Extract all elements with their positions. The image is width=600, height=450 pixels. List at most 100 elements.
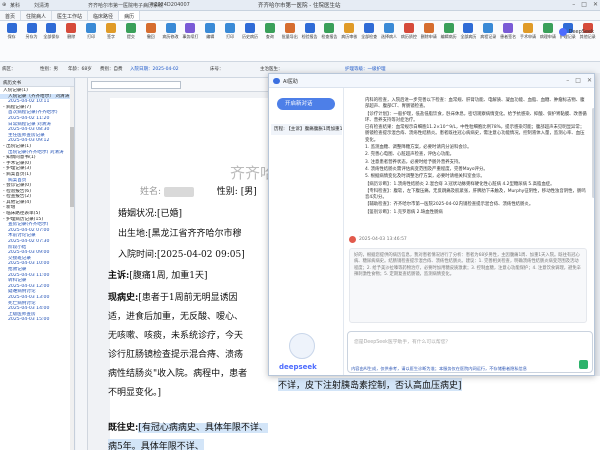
admit-label: 入院时间:	[118, 250, 158, 260]
tab-home[interactable]: 首页	[0, 11, 22, 20]
tab-clinical-path[interactable]: 临床路径	[88, 11, 120, 20]
toolbar-button[interactable]: 签字	[101, 23, 120, 39]
toolbar-button[interactable]: 另存为	[22, 23, 41, 39]
tab-inpatients[interactable]: 住院病人	[21, 11, 53, 20]
editor-toolbar	[88, 78, 278, 92]
toolbar-icon	[344, 23, 355, 33]
ai-answer-box: 好的，根据您提供的病历信息，我对患者情况进行了分析：患者为68岁男性，主因腹痛1…	[349, 248, 587, 323]
user-avatar-icon	[349, 236, 356, 243]
past-line[interactable]: [有冠心病病史、具体年限不详、	[138, 423, 268, 433]
info-bed: 床号：	[210, 67, 224, 72]
hpi-line[interactable]: 病性结肠炎"收入院。病程中，患者	[108, 366, 247, 379]
response-paragraph: 内科的检查，入院后进一步完善以下检查：血常规、肝肾功能、电解质、凝血功能、血脂、…	[365, 98, 585, 110]
hpi-label: 现病史:	[108, 293, 139, 303]
admit-row: 入院时间:[2025-04-02 09:05]	[118, 247, 245, 260]
past-label: 既往史:	[108, 423, 139, 433]
toolbar-button[interactable]: 患者签名	[498, 23, 517, 39]
toolbar-button[interactable]: 打印	[220, 23, 239, 39]
toolbar-button[interactable]: 编辑病历	[439, 23, 458, 39]
close-icon[interactable]: ✕	[593, 1, 598, 8]
chief-value[interactable]: [腹痛1周, 加重1天]	[129, 271, 207, 281]
toolbar-button[interactable]: 撤回	[141, 23, 160, 39]
toolbar-button[interactable]: 删除申请	[419, 23, 438, 39]
toolbar-button[interactable]: 历史病历	[240, 23, 259, 39]
deepseek-launcher[interactable]: DeepSeek	[558, 28, 594, 36]
marital-label: 婚姻状况:	[118, 209, 158, 219]
toolbar-button[interactable]: 批量导出	[280, 23, 299, 39]
dialog-minimize-icon[interactable]: –	[566, 77, 569, 84]
toolbar-button[interactable]: 病历质控	[399, 23, 418, 39]
toolbar-icon	[384, 23, 394, 33]
toolbar-button-label: 批量导出	[281, 34, 298, 39]
toolbar-button-label: 手术申请	[520, 34, 537, 39]
hpi-line[interactable]: 无咳嗽、咳痰，未系统诊疗，今天	[108, 328, 243, 341]
hpi-line[interactable]: 诊行肛肠镜检查提示混合痔、溃疡	[108, 347, 243, 360]
tree-item[interactable]: 2025-04-03 15:00	[0, 317, 74, 323]
toolbar-icon	[46, 23, 57, 33]
toolbar-button[interactable]: 病历修改	[161, 23, 180, 39]
hpi-line[interactable]: [患者于1周前无明显诱因	[138, 293, 237, 303]
marital-row: 婚姻状况:[已婚]	[118, 206, 182, 219]
gender-value[interactable]: [男]	[241, 187, 257, 197]
minimize-icon[interactable]: –	[572, 1, 575, 8]
tab-medical-record[interactable]: 病历	[119, 11, 141, 20]
chat-main: 内科的检查，入院后进一步完善以下检查：血常规、肝肾功能、电解质、凝血功能、血脂、…	[345, 88, 594, 375]
toolbar-button[interactable]: 检查报告	[320, 23, 339, 39]
response-paragraph: 已有检查结果：血常规示白细胞11.2×10^9/L，中性粒细胞比例78%，提示感…	[365, 125, 585, 143]
toolbar-button-label: 撤回	[146, 34, 155, 39]
response-paragraph: 【诊疗计划】：一般护理，低盐低脂饮食，卧床休息，密切观察病情变化。给予抗感染、抑…	[365, 111, 587, 123]
toolbar-button-label: 病历质控	[400, 34, 417, 39]
info-fee: 费别：自费	[100, 67, 123, 72]
admit-value[interactable]: [2025-04-02 09:05]	[157, 250, 245, 260]
new-chat-button[interactable]: 开启新对话	[277, 98, 335, 110]
birthplace-value[interactable]: [黑龙江省齐齐哈尔市穆	[148, 229, 242, 239]
window-title: 齐齐哈尔市第一医院 - 住院医生站	[258, 3, 341, 9]
toolbar-button[interactable]: 删除	[62, 23, 81, 39]
toolbar-button-label: 检查报告	[321, 34, 338, 39]
toolbar-button[interactable]: 查询	[260, 23, 279, 39]
dialog-maximize-icon[interactable]: □	[575, 77, 581, 84]
document-page[interactable]: 齐齐哈 姓名: 性别: [男] 婚姻状况:[已婚] 出生地:[黑龙江省齐齐哈尔市…	[108, 98, 278, 450]
hpi-line[interactable]: 适，进食后加重，无反酸、嗳心、	[108, 309, 243, 322]
toolbar-button-label: 全部病历	[460, 34, 477, 39]
toolbar-button[interactable]: 全部检查	[359, 23, 378, 39]
toolbar-button[interactable]: 事务续打	[181, 23, 200, 39]
toolbar-icon	[483, 23, 494, 33]
chat-scrollbar[interactable]	[592, 108, 594, 198]
maximize-icon[interactable]: □	[581, 1, 587, 8]
toolbar-button[interactable]: 病理申请	[538, 23, 557, 39]
toolbar-button[interactable]: 病历审核	[340, 23, 359, 39]
app-icon: ⊕	[2, 2, 7, 8]
dialog-close-icon[interactable]: ✕	[587, 77, 592, 84]
response-paragraph: 【病历诊断】：1.溃疡性结肠炎 2.混合痔 3.冠状动脉粥样硬化性心脏病 4.2…	[365, 181, 555, 187]
side-gutter	[76, 78, 88, 450]
toolbar-button[interactable]: 全部保存	[42, 23, 61, 39]
toolbar-button[interactable]: 提交	[121, 23, 140, 39]
toolbar-button[interactable]: 手术申请	[518, 23, 537, 39]
past-line[interactable]: 病5年。具体年限不详、	[108, 439, 204, 450]
toolbar-button[interactable]: 保存	[2, 23, 21, 39]
record-tree-panel: 病历文书 入院记录(1) 入院记录（齐齐哈尔） 刘清涛 2025-04-02 10:…	[0, 78, 75, 450]
toolbar-icon	[403, 23, 414, 33]
past-row: 既往史:[有冠心病病史、具体年限不详、	[108, 420, 268, 433]
toolbar-button[interactable]: 编辑	[201, 23, 220, 39]
toolbar-icon	[244, 23, 255, 33]
toolbar-button[interactable]: 打印	[81, 23, 100, 39]
toolbar-button-label: 病理申请	[539, 34, 556, 39]
tab-workstation[interactable]: 医生工作站	[52, 11, 89, 20]
toolbar-button-label: 选择病人	[381, 34, 397, 39]
response-paragraph: 【专科检查】：腹软，左下腹压痛，无反跳痛及肌紧张，肝脾肋下未触及，Murphy征…	[365, 188, 586, 201]
toolbar-button[interactable]: 选择病人	[379, 23, 398, 39]
toolbar-icon	[125, 23, 136, 33]
past-line[interactable]: 不详，皮下注射胰岛素控制，否认高血压病史]	[278, 378, 462, 391]
toolbar-button[interactable]: 全部病历	[459, 23, 478, 39]
toolbar-button[interactable]: 病程记录	[479, 23, 498, 39]
history-item[interactable]: 历程: 【主诉】腹痛腹胀1周加重1天	[271, 124, 342, 135]
toolbar-button[interactable]: 检验报告	[300, 23, 319, 39]
hpi-line[interactable]: 不明显变化。]	[108, 385, 161, 398]
hpi-row: 现病史:[患者于1周前无明显诱因	[108, 290, 238, 303]
tree-scrollbar[interactable]	[70, 87, 74, 450]
toolbar-button-label: 删除	[67, 34, 76, 39]
editor-search-input[interactable]	[91, 81, 181, 89]
marital-value[interactable]: [已婚]	[157, 209, 182, 219]
